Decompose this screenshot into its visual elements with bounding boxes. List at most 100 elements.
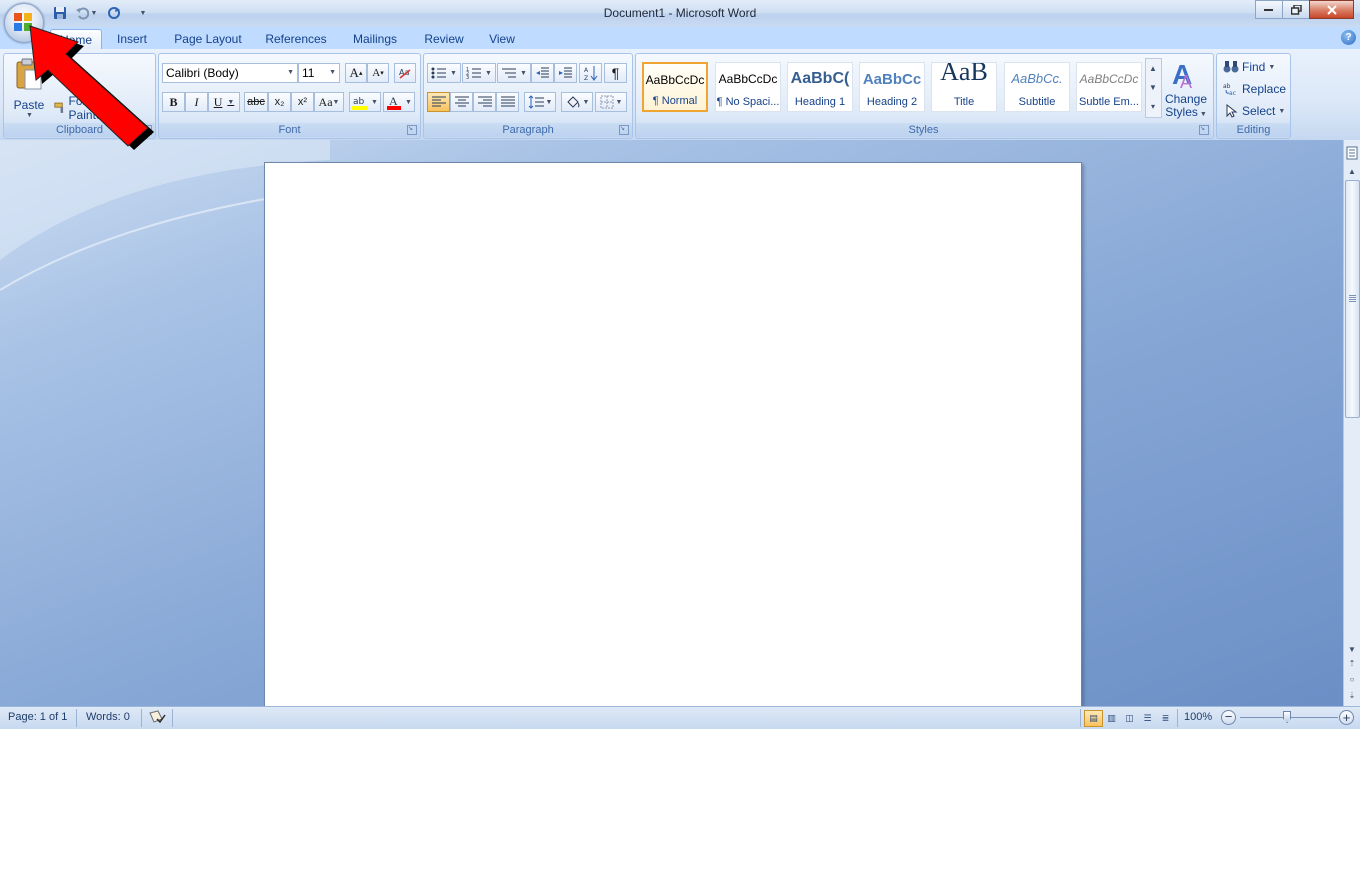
tab-view[interactable]: View — [482, 29, 522, 49]
clear-formatting-button[interactable]: Aa — [394, 63, 416, 83]
outline-view-icon[interactable]: ☰ — [1138, 710, 1157, 727]
zoom-slider-thumb[interactable] — [1283, 711, 1291, 723]
styles-scroll-down-icon[interactable]: ▼ — [1146, 79, 1160, 95]
sort-button[interactable]: AZ — [579, 63, 602, 83]
sort-icon: AZ — [584, 66, 597, 81]
change-styles-button[interactable]: A A Change Styles ▼ — [1162, 56, 1210, 120]
style-subtitle[interactable]: AaBbCc. Subtitle — [1004, 62, 1070, 112]
increase-indent-button[interactable] — [554, 63, 577, 83]
svg-text:ab: ab — [353, 97, 365, 107]
font-color-button[interactable]: A ▼ — [383, 92, 415, 112]
shrink-font-button[interactable]: A ▾ — [367, 63, 389, 83]
change-styles-label-2: Styles ▼ — [1165, 105, 1207, 119]
multilevel-list-button[interactable]: ▼ — [497, 63, 531, 83]
select-button[interactable]: Select ▼ — [1223, 102, 1287, 120]
style-subtle-emphasis-sample: AaBbCcDc — [1079, 72, 1139, 86]
style-subtle-emphasis[interactable]: AaBbCcDc Subtle Em... — [1076, 62, 1142, 112]
line-spacing-button[interactable]: ▼ — [524, 92, 556, 112]
replace-label: Replace — [1242, 82, 1287, 96]
pilcrow-icon: ¶ — [611, 65, 620, 81]
style-no-spacing[interactable]: AaBbCcDc ¶ No Spaci... — [715, 62, 781, 112]
restore-button[interactable] — [1282, 0, 1310, 19]
word-count-status[interactable]: Words: 0 — [86, 711, 130, 723]
underline-label: U — [213, 94, 223, 109]
paragraph-group: ▼ 1 2 3 ▼ ▼ AZ ¶ ▼ ▼ ▼ Paragraph ↘ — [423, 53, 633, 139]
align-center-button[interactable] — [450, 92, 473, 112]
replace-button[interactable]: ab ac Replace — [1223, 80, 1287, 98]
help-icon[interactable]: ? — [1341, 30, 1356, 45]
previous-page-icon[interactable]: ⇡ — [1344, 656, 1360, 670]
bold-button[interactable]: B — [162, 92, 185, 112]
italic-button[interactable]: I — [185, 92, 208, 112]
tab-page-layout[interactable]: Page Layout — [168, 29, 248, 49]
web-layout-icon[interactable]: ◫ — [1120, 710, 1139, 727]
superscript-button[interactable]: x² — [291, 92, 314, 112]
annotation-arrow-icon — [29, 25, 154, 150]
style-heading-1-name: Heading 1 — [794, 96, 846, 108]
change-styles-icon: A A — [1172, 59, 1192, 90]
tab-review[interactable]: Review — [418, 29, 470, 49]
zoom-in-icon[interactable]: + — [1339, 710, 1354, 725]
svg-text:Z: Z — [584, 75, 588, 81]
justify-button[interactable] — [496, 92, 519, 112]
font-color-icon: A — [387, 94, 402, 110]
minimize-button[interactable] — [1255, 0, 1283, 19]
title-bar: Document1 - Microsoft Word ▼ ▼ — [0, 0, 1360, 28]
editing-group: Find ▼ ab ac Replace Select ▼ Editing — [1216, 53, 1291, 139]
align-left-button[interactable] — [427, 92, 450, 112]
next-page-icon[interactable]: ⇣ — [1344, 688, 1360, 702]
paragraph-launcher[interactable]: ↘ — [619, 125, 629, 135]
full-screen-reading-icon[interactable]: ▥ — [1102, 710, 1121, 727]
print-layout-view-icon[interactable]: ▤ — [1084, 710, 1103, 727]
shading-button[interactable]: ▼ — [561, 92, 593, 112]
styles-launcher[interactable]: ↘ — [1199, 125, 1209, 135]
scroll-down-icon[interactable]: ▼ — [1344, 642, 1360, 656]
select-browse-object-icon[interactable]: ○ — [1344, 672, 1360, 686]
zoom-out-icon[interactable]: − — [1221, 710, 1236, 725]
numbering-button[interactable]: 1 2 3 ▼ — [462, 63, 496, 83]
styles-group-label: Styles — [636, 123, 1211, 137]
style-normal[interactable]: AaBbCcDc ¶ Normal — [642, 62, 708, 112]
font-group: Calibri (Body) ▼ 11 ▼ A ▴ A ▾ Aa B I U ▼ ab… — [158, 53, 421, 139]
font-size-value: 11 — [302, 66, 315, 80]
decrease-indent-button[interactable] — [531, 63, 554, 83]
page-count-status[interactable]: Page: 1 of 1 — [8, 711, 67, 723]
proofing-icon[interactable] — [148, 710, 166, 726]
font-size-combo[interactable]: 11 ▼ — [298, 63, 340, 83]
change-case-button[interactable]: Aa ▼ — [314, 92, 344, 112]
style-title[interactable]: AaB Title — [931, 62, 997, 112]
strikethrough-button[interactable]: abc — [244, 92, 268, 112]
vertical-scrollbar[interactable]: ▲ ▼ ⇡ ○ ⇣ — [1343, 140, 1360, 706]
select-cursor-icon — [1226, 104, 1238, 118]
document-page[interactable] — [264, 162, 1082, 707]
style-heading-1[interactable]: AaBbC( Heading 1 — [787, 62, 853, 112]
align-center-icon — [454, 96, 469, 107]
subscript-button[interactable]: x₂ — [268, 92, 291, 112]
borders-button[interactable]: ▼ — [595, 92, 627, 112]
styles-more-icon[interactable]: ▾ — [1146, 98, 1160, 114]
draft-view-icon[interactable]: ≣ — [1156, 710, 1175, 727]
find-button[interactable]: Find ▼ — [1223, 58, 1287, 76]
font-launcher[interactable]: ↘ — [407, 125, 417, 135]
tab-references[interactable]: References — [259, 29, 333, 49]
underline-button[interactable]: U ▼ — [208, 92, 240, 112]
close-button[interactable] — [1309, 0, 1354, 19]
tab-mailings[interactable]: Mailings — [345, 29, 405, 49]
ruler-toggle-icon[interactable] — [1344, 142, 1360, 164]
style-heading-2[interactable]: AaBbCc Heading 2 — [859, 62, 925, 112]
select-label: Select — [1242, 104, 1276, 118]
style-subtitle-name: Subtitle — [1018, 96, 1056, 108]
show-formatting-button[interactable]: ¶ — [604, 63, 627, 83]
align-right-button[interactable] — [473, 92, 496, 112]
bullets-icon — [431, 67, 447, 79]
highlight-button[interactable]: ab ▼ — [349, 92, 381, 112]
grow-font-button[interactable]: A ▴ — [345, 63, 367, 83]
line-spacing-icon — [528, 95, 544, 109]
font-family-combo[interactable]: Calibri (Body) ▼ — [162, 63, 298, 83]
scrollbar-thumb[interactable] — [1345, 180, 1360, 418]
bullets-button[interactable]: ▼ — [427, 63, 461, 83]
styles-scroll-up-icon[interactable]: ▲ — [1146, 60, 1160, 76]
scroll-up-icon[interactable]: ▲ — [1344, 164, 1360, 178]
status-bar: Page: 1 of 1 Words: 0 ▤ ▥ ◫ ☰ ≣ 100% − + — [0, 706, 1360, 729]
zoom-level[interactable]: 100% — [1184, 711, 1212, 723]
